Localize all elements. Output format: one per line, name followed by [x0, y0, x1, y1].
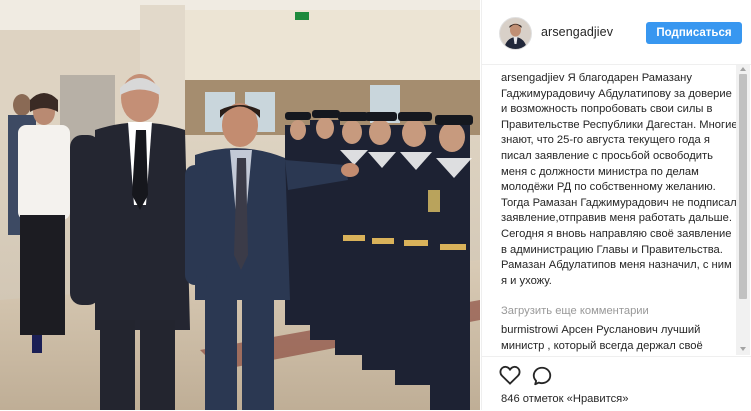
caption-text: Я благодарен Рамазану Гаджимурадовичу Аб…	[501, 72, 738, 287]
scroll-down-arrow-icon[interactable]	[740, 347, 746, 351]
post-details-panel: arsengadjiev Подписаться arsengadjiev Я …	[481, 0, 751, 410]
comment-item: burmistrowi Арсен Русланович лучший мини…	[501, 323, 739, 354]
caption-username-link[interactable]: arsengadjiev	[501, 72, 564, 84]
avatar-image	[500, 18, 531, 49]
comment-username-link[interactable]: burmistrowi	[501, 324, 558, 336]
instagram-post-view: arsengadjiev Подписаться arsengadjiev Я …	[0, 0, 751, 410]
post-caption: arsengadjiev Я благодарен Рамазану Гаджи…	[501, 71, 739, 289]
scrollbar-thumb[interactable]	[739, 74, 747, 299]
username-link[interactable]: arsengadjiev	[541, 25, 613, 39]
scroll-up-arrow-icon[interactable]	[740, 67, 746, 71]
post-photo[interactable]	[0, 0, 480, 410]
likes-count[interactable]: 846 отметок «Нравится»	[501, 393, 628, 405]
heart-outline-icon[interactable]	[499, 365, 521, 385]
comments-scrollbar[interactable]	[736, 65, 750, 355]
speech-bubble-icon[interactable]	[531, 365, 553, 387]
post-actions: 846 отметок «Нравится»	[482, 356, 751, 411]
avatar[interactable]	[499, 17, 532, 50]
post-photo-image	[0, 0, 480, 410]
comments-section[interactable]: arsengadjiev Я благодарен Рамазану Гаджи…	[482, 65, 751, 355]
follow-button[interactable]: Подписаться	[646, 22, 742, 44]
load-more-comments-link[interactable]: Загрузить еще комментарии	[501, 305, 649, 317]
post-header: arsengadjiev Подписаться	[482, 0, 751, 65]
